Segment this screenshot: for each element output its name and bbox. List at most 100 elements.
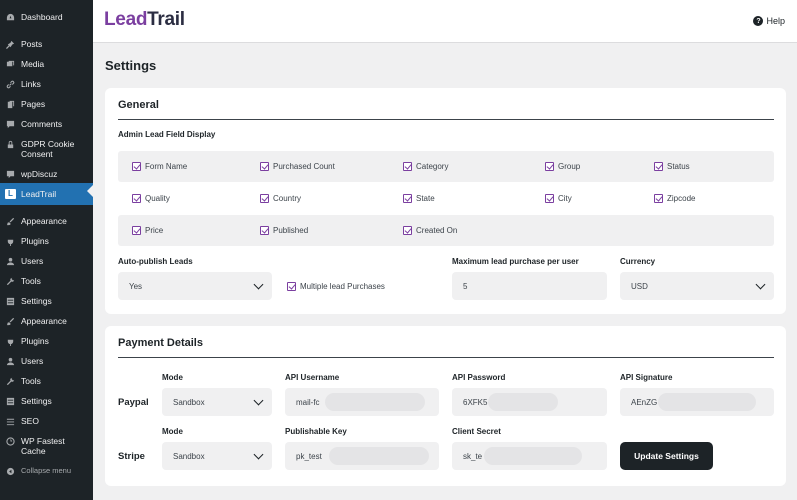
sidebar-item-label: Plugins (21, 236, 49, 246)
sidebar-item-label: LeadTrail (21, 189, 57, 199)
sidebar-item-wpdiscuz[interactable]: wpDiscuz (0, 169, 93, 179)
sidebar-item-links[interactable]: Links (0, 79, 93, 89)
client-secret-value: sk_te (463, 451, 483, 461)
user-icon (5, 256, 16, 266)
sidebar-item-settings[interactable]: Settings (0, 296, 93, 306)
publishable-key-input[interactable]: pk_test (285, 442, 439, 470)
max-purchase-value: 5 (463, 281, 468, 291)
currency-select[interactable]: USD (620, 272, 774, 300)
chevron-down-icon (253, 449, 264, 460)
api-signature-input[interactable]: AEnZG (620, 388, 774, 416)
checkbox-city[interactable]: City (545, 183, 572, 214)
sidebar-item-users[interactable]: Users (0, 256, 93, 266)
sidebar-item-tools[interactable]: Tools (0, 276, 93, 286)
checkbox-box[interactable] (132, 226, 141, 235)
currency-value: USD (631, 281, 648, 291)
lock-icon (5, 139, 16, 149)
checkbox-box[interactable] (403, 162, 412, 171)
checkbox-quality[interactable]: Quality (132, 183, 170, 214)
checkbox-box[interactable] (260, 162, 269, 171)
sidebar-item-label: Users (21, 356, 44, 366)
api-username-input[interactable]: mail-fc (285, 388, 439, 416)
general-divider (118, 119, 774, 120)
field-display-row-3: Price Published Created On (118, 215, 774, 246)
collapse-icon (5, 466, 16, 476)
sidebar-item-label: Tools (21, 376, 41, 386)
sidebar-item-label: Settings (21, 296, 52, 306)
sidebar-item-wp-fastest-cache[interactable]: WP Fastest Cache (0, 436, 93, 456)
checkbox-label: State (416, 194, 435, 203)
redaction-mask (484, 447, 582, 465)
checkbox-purchased-count[interactable]: Purchased Count (260, 151, 335, 182)
checkbox-box[interactable] (545, 194, 554, 203)
checkbox-label: Created On (416, 226, 458, 235)
checkbox-box[interactable] (545, 162, 554, 171)
checkbox-box[interactable] (132, 162, 141, 171)
checkbox-box[interactable] (403, 226, 412, 235)
publishable-key-value: pk_test (296, 451, 322, 461)
checkbox-box[interactable] (260, 194, 269, 203)
sidebar-item-tools-2[interactable]: Tools (0, 376, 93, 386)
sidebar-item-settings-2[interactable]: Settings (0, 396, 93, 406)
checkbox-box[interactable] (403, 194, 412, 203)
checkbox-status[interactable]: Status (654, 151, 690, 182)
api-password-label: API Password (452, 373, 506, 382)
client-secret-input[interactable]: sk_te (452, 442, 607, 470)
stripe-mode-select[interactable]: Sandbox (162, 442, 272, 470)
currency-label: Currency (620, 257, 656, 266)
multiple-purchases-checkbox[interactable]: Multiple lead Purchases (287, 282, 385, 291)
checkbox-published[interactable]: Published (260, 215, 308, 246)
checkbox-label: Country (273, 194, 302, 203)
checkbox-box[interactable] (654, 194, 663, 203)
checkbox-country[interactable]: Country (260, 183, 301, 214)
checkbox-price[interactable]: Price (132, 215, 163, 246)
checkbox-category[interactable]: Category (403, 151, 448, 182)
paypal-mode-select[interactable]: Sandbox (162, 388, 272, 416)
checkbox-state[interactable]: State (403, 183, 435, 214)
sidebar-item-plugins-2[interactable]: Plugins (0, 336, 93, 346)
sidebar-item-posts[interactable]: Posts (0, 39, 93, 49)
checkbox-label: Multiple lead Purchases (300, 282, 385, 291)
wrench-icon (5, 376, 16, 386)
max-purchase-input[interactable]: 5 (452, 272, 607, 300)
sidebar-item-comments[interactable]: Comments (0, 119, 93, 129)
cache-icon (5, 436, 16, 446)
help-icon: ? (753, 16, 764, 26)
seo-icon (5, 416, 16, 426)
sidebar-item-pages[interactable]: Pages (0, 99, 93, 109)
checkbox-form-name[interactable]: Form Name (132, 151, 187, 182)
stripe-mode-value: Sandbox (173, 451, 205, 461)
chevron-down-icon (755, 279, 766, 290)
sidebar-item-dashboard[interactable]: Dashboard (0, 12, 93, 22)
checkbox-box[interactable] (132, 194, 141, 203)
checkbox-label: Zipcode (667, 194, 696, 203)
sidebar-item-leadtrail[interactable]: L LeadTrail (0, 183, 93, 205)
redaction-mask (329, 447, 429, 465)
checkbox-box[interactable] (287, 282, 296, 291)
checkbox-zipcode[interactable]: Zipcode (654, 183, 695, 214)
sidebar-item-plugins[interactable]: Plugins (0, 236, 93, 246)
sidebar-item-appearance-2[interactable]: Appearance (0, 316, 93, 326)
sidebar-item-label: Dashboard (21, 12, 63, 22)
checkbox-box[interactable] (260, 226, 269, 235)
sidebar-item-label: Comments (21, 119, 63, 129)
leadtrail-icon: L (5, 189, 16, 199)
sidebar-item-gdpr[interactable]: GDPR Cookie Consent (0, 139, 93, 159)
sidebar-collapse-menu[interactable]: Collapse menu (0, 466, 93, 476)
api-username-label: API Username (285, 373, 340, 382)
api-password-input[interactable]: 6XFK5 (452, 388, 607, 416)
dashboard-icon (5, 12, 16, 22)
checkbox-group[interactable]: Group (545, 151, 580, 182)
checkbox-box[interactable] (654, 162, 663, 171)
sidebar-item-seo[interactable]: SEO (0, 416, 93, 426)
sidebar-item-label: Tools (21, 276, 41, 286)
sidebar-item-label: Links (21, 79, 41, 89)
auto-publish-select[interactable]: Yes (118, 272, 272, 300)
sidebar-item-appearance[interactable]: Appearance (0, 216, 93, 226)
sidebar-item-users-2[interactable]: Users (0, 356, 93, 366)
help-link[interactable]: ? Help (753, 16, 785, 26)
update-settings-button[interactable]: Update Settings (620, 442, 713, 470)
checkbox-created-on[interactable]: Created On (403, 215, 457, 246)
sidebar-item-media[interactable]: Media (0, 59, 93, 69)
pages-icon (5, 99, 16, 109)
